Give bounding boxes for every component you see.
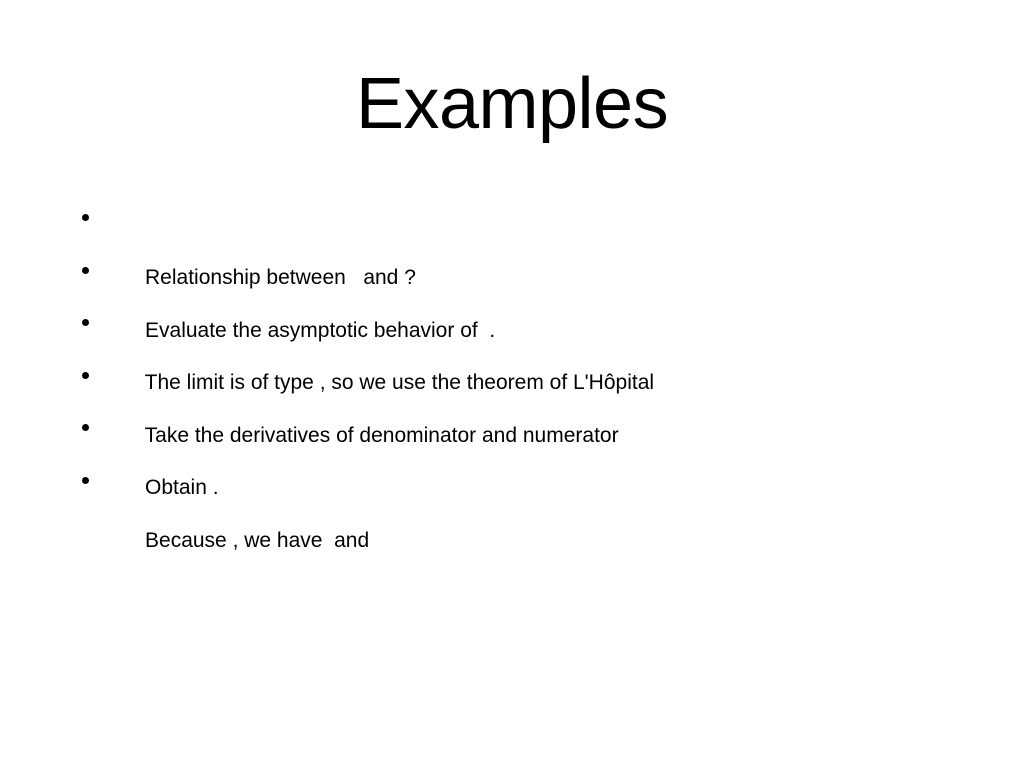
bullet-dot-icon bbox=[82, 214, 89, 221]
list-item: Obtain . bbox=[78, 413, 978, 499]
bullet-dot-icon bbox=[82, 424, 89, 431]
bullet-dot-icon bbox=[82, 371, 89, 379]
bullet-dot-icon bbox=[82, 266, 89, 274]
page-title: Examples bbox=[355, 64, 669, 144]
bullet-list: Relationship between and ? Evaluate the … bbox=[78, 203, 978, 552]
bullet-dot-icon bbox=[82, 319, 89, 326]
bullet-dot-icon bbox=[82, 476, 89, 484]
list-item-text: Because , we have and bbox=[145, 528, 370, 552]
list-item: Relationship between and ? bbox=[78, 203, 978, 289]
list-item: The limit is of type , so we use the the… bbox=[78, 308, 978, 394]
list-item: Because , we have and bbox=[78, 466, 978, 552]
list-item: Take the derivatives of denominator and … bbox=[78, 361, 978, 447]
list-item: Evaluate the asymptotic behavior of . bbox=[78, 256, 978, 342]
slide: Examples Relationship between and ? Eval… bbox=[0, 0, 1024, 768]
